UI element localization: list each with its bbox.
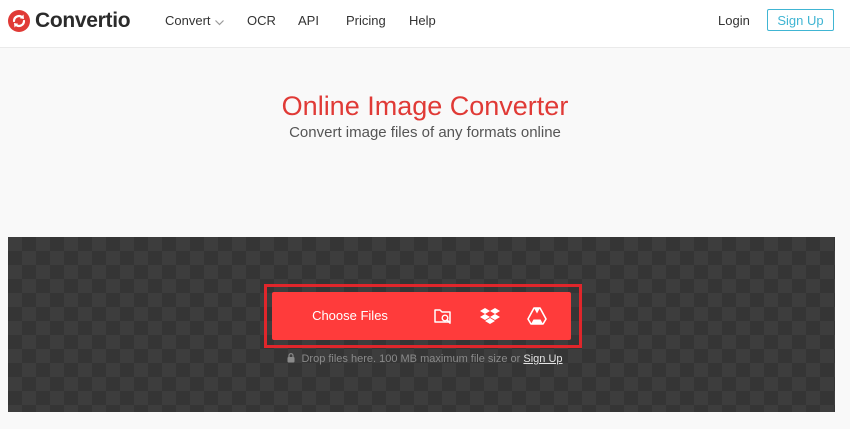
- page-subtitle: Convert image files of any formats onlin…: [289, 124, 561, 141]
- login-link[interactable]: Login: [718, 13, 750, 28]
- nav-convert-label: Convert: [165, 13, 211, 28]
- signup-link[interactable]: Sign Up: [523, 353, 562, 365]
- nav-pricing[interactable]: Pricing: [346, 13, 386, 28]
- drop-note-text: Drop files here. 100 MB maximum file siz…: [301, 353, 521, 365]
- signup-button[interactable]: Sign Up: [767, 9, 834, 31]
- convertio-logo-icon: [8, 10, 30, 32]
- chevron-down-icon: [214, 14, 224, 29]
- nav-api[interactable]: API: [298, 13, 319, 28]
- lock-icon: [287, 353, 295, 366]
- page-title: Online Image Converter: [281, 91, 569, 121]
- nav-convert[interactable]: Convert: [165, 13, 224, 29]
- folder-search-icon[interactable]: [433, 306, 453, 326]
- nav-help[interactable]: Help: [409, 13, 436, 28]
- dropbox-icon[interactable]: [480, 306, 500, 326]
- logo-text: Convertio: [35, 9, 131, 32]
- logo[interactable]: Convertio: [8, 8, 131, 34]
- choose-files-button[interactable]: Choose Files: [272, 308, 428, 323]
- google-drive-icon[interactable]: [527, 306, 547, 326]
- drop-files-note: Drop files here. 100 MB maximum file siz…: [0, 353, 850, 366]
- upload-button-bar: Choose Files: [272, 292, 571, 340]
- top-header: Convertio Convert OCR API Pricing Help L…: [0, 0, 850, 48]
- nav-ocr[interactable]: OCR: [247, 13, 276, 28]
